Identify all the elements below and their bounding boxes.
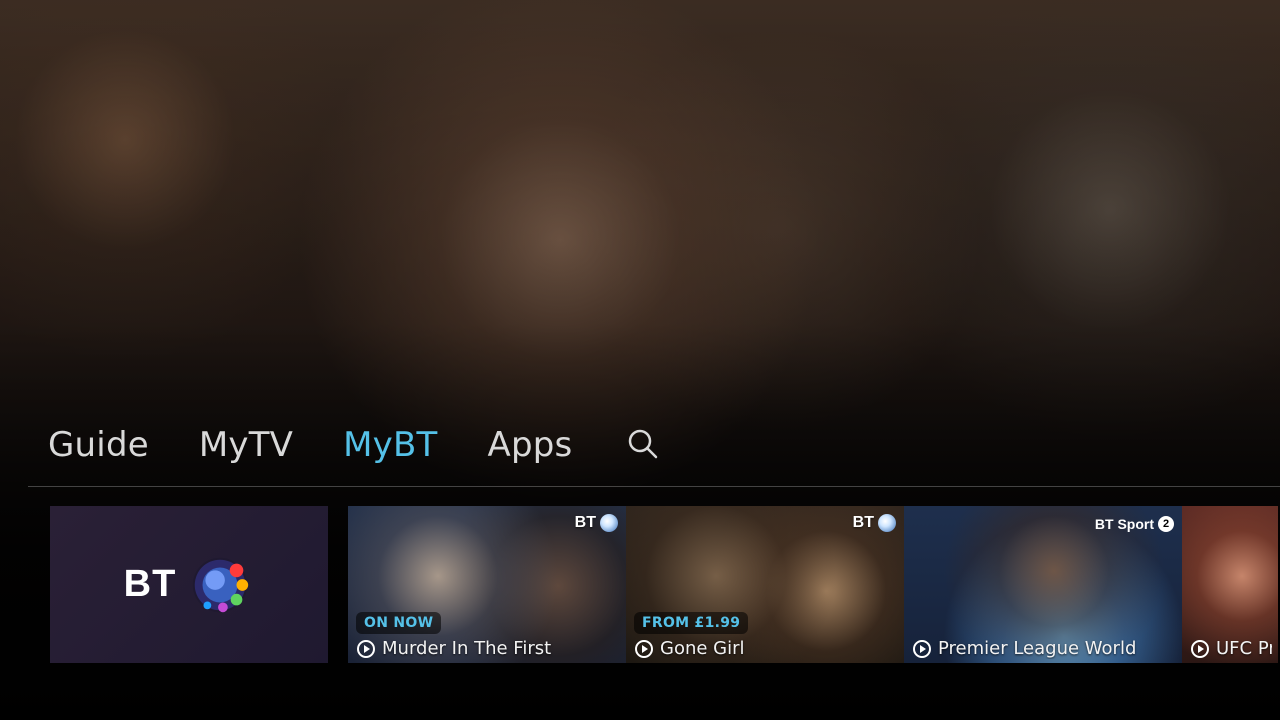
nav-divider <box>28 486 1280 487</box>
content-tile-partial[interactable]: UFC Pri <box>1182 506 1278 663</box>
tile-title: Murder In The First <box>382 638 552 659</box>
content-tile[interactable]: BT FROM £1.99 Gone Girl <box>626 506 904 663</box>
tile-caption: Gone Girl <box>634 638 898 659</box>
search-icon <box>625 426 659 464</box>
tile-row: BT ON NOW Murder In The First BT FROM £1… <box>348 506 1278 663</box>
channel-number-badge: 2 <box>1158 516 1174 532</box>
status-badge: ON NOW <box>356 612 442 634</box>
channel-logo: BT <box>575 514 618 532</box>
content-tile[interactable]: BT Sport 2 Premier League World <box>904 506 1182 663</box>
search-button[interactable] <box>622 425 662 465</box>
nav-mytv[interactable]: MyTV <box>199 425 293 465</box>
content-tile[interactable]: BT ON NOW Murder In The First <box>348 506 626 663</box>
tile-caption: Premier League World <box>912 638 1176 659</box>
nav-apps[interactable]: Apps <box>488 425 573 465</box>
tile-caption: UFC Pri <box>1190 638 1272 659</box>
tile-title: Gone Girl <box>660 638 745 659</box>
tile-title: UFC Pri <box>1216 638 1272 659</box>
bt-orb-icon <box>186 551 254 619</box>
channel-name: BT Sport <box>1094 516 1154 532</box>
channel-logo: BT <box>853 514 896 532</box>
nav-mybt[interactable]: MyBT <box>343 425 437 465</box>
play-icon <box>1190 639 1210 659</box>
play-icon <box>634 639 654 659</box>
top-navigation: Guide MyTV MyBT Apps <box>48 420 662 470</box>
play-icon <box>356 639 376 659</box>
bt-logo-text: BT <box>123 563 177 605</box>
channel-name: BT <box>852 514 874 531</box>
content-carousel: BT BT ON NOW Murder In The First BT FROM… <box>50 506 1280 663</box>
price-badge: FROM £1.99 <box>634 612 749 634</box>
nav-guide[interactable]: Guide <box>48 425 149 465</box>
channel-logo: BT Sport 2 <box>1095 516 1174 532</box>
bt-mini-orb-icon <box>600 514 618 532</box>
tile-title: Premier League World <box>938 638 1137 659</box>
play-icon <box>912 639 932 659</box>
bt-logo-tile[interactable]: BT <box>50 506 328 663</box>
tile-caption: Murder In The First <box>356 638 620 659</box>
channel-name: BT <box>574 514 596 531</box>
bt-mini-orb-icon <box>878 514 896 532</box>
